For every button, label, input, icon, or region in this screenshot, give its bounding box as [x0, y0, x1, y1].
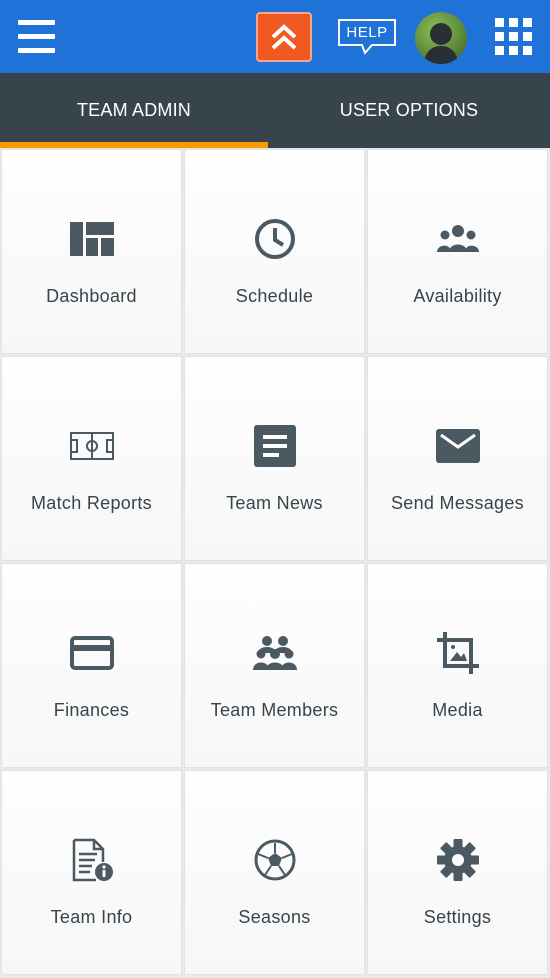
tile-label: Team News	[226, 493, 323, 513]
gear-icon	[435, 837, 481, 883]
tile-label: Settings	[423, 907, 492, 927]
tile-seasons[interactable]: Seasons	[184, 770, 365, 975]
soccer-ball-icon	[252, 837, 298, 883]
tile-label: Send Messages	[391, 493, 524, 513]
tile-label: Match Reports	[31, 493, 152, 513]
tile-label: Media	[432, 700, 483, 720]
document-info-icon	[69, 837, 115, 883]
tile-dashboard[interactable]: Dashboard	[1, 149, 182, 354]
hamburger-menu-icon[interactable]	[18, 20, 55, 54]
tile-media[interactable]: Media	[367, 563, 548, 768]
tab-team-admin[interactable]: TEAM ADMIN	[0, 73, 268, 148]
tile-label: Dashboard	[46, 286, 137, 306]
tile-match-reports[interactable]: Match Reports	[1, 356, 182, 561]
crop-image-icon	[435, 630, 481, 676]
article-icon	[252, 423, 298, 469]
tab-label: USER OPTIONS	[339, 100, 479, 120]
tile-team-members[interactable]: Team Members	[184, 563, 365, 768]
tab-label: TEAM ADMIN	[76, 100, 191, 120]
pitch-icon	[69, 423, 115, 469]
tile-team-info[interactable]: Team Info	[1, 770, 182, 975]
tab-user-options[interactable]: USER OPTIONS	[268, 73, 550, 148]
people-group-icon	[435, 216, 481, 262]
apps-grid-icon[interactable]	[495, 18, 532, 55]
double-chevron-up-logo[interactable]	[256, 12, 312, 62]
user-avatar[interactable]	[415, 12, 467, 64]
tile-availability[interactable]: Availability	[367, 149, 548, 354]
dashboard-icon	[69, 216, 115, 262]
clock-icon	[252, 216, 298, 262]
tile-label: Team Info	[50, 907, 133, 927]
tile-label: Availability	[413, 286, 502, 306]
tile-schedule[interactable]: Schedule	[184, 149, 365, 354]
tile-label: Team Members	[210, 700, 339, 720]
tile-team-news[interactable]: Team News	[184, 356, 365, 561]
tile-finances[interactable]: Finances	[1, 563, 182, 768]
envelope-icon	[435, 423, 481, 469]
tile-label: Schedule	[235, 286, 314, 306]
team-members-icon	[252, 630, 298, 676]
tab-bar: TEAM ADMIN USER OPTIONS	[0, 73, 550, 148]
help-button[interactable]: HELP	[336, 18, 398, 56]
menu-grid: Dashboard Schedule Availability Match Re…	[0, 148, 550, 978]
tile-send-messages[interactable]: Send Messages	[367, 356, 548, 561]
credit-card-icon	[69, 630, 115, 676]
tile-label: Seasons	[238, 907, 311, 927]
help-label: HELP	[346, 24, 388, 41]
tile-settings[interactable]: Settings	[367, 770, 548, 975]
top-app-bar: HELP	[0, 0, 550, 73]
tile-label: Finances	[53, 700, 130, 720]
